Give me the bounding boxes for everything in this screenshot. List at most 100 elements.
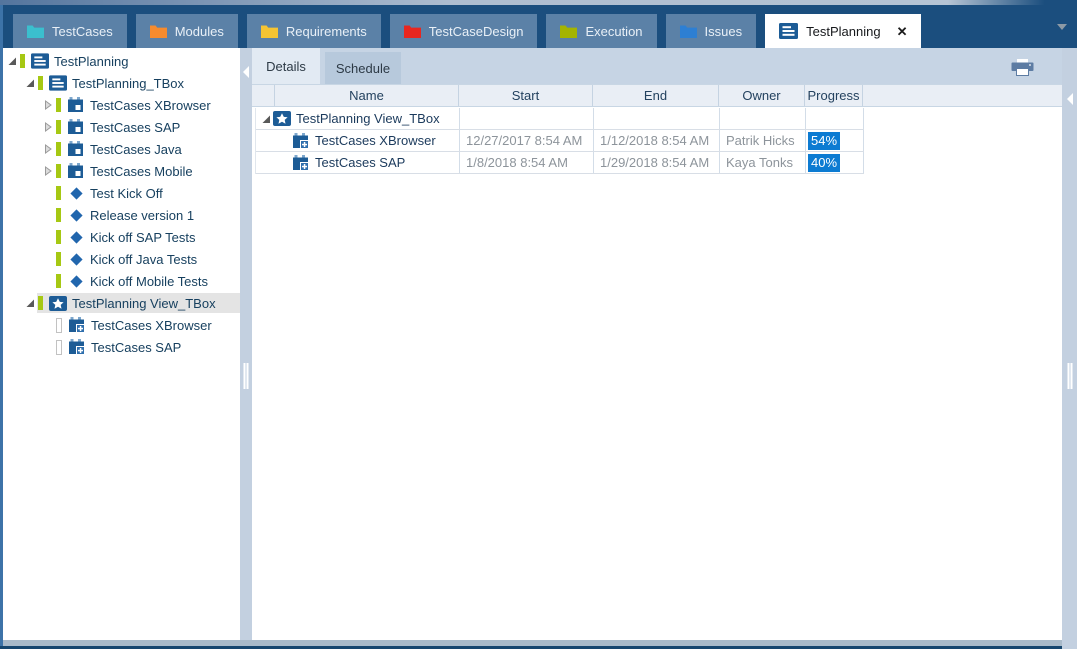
table-header: Name Start End Owner Progress: [252, 84, 1062, 107]
status-bar-green: [20, 54, 25, 68]
tree-item-testcases-mobile[interactable]: TestCases Mobile: [3, 160, 240, 182]
collapse-left-icon[interactable]: [243, 66, 249, 78]
tree-item-content: Kick off SAP Tests: [55, 227, 240, 247]
status-bar-green: [56, 120, 61, 134]
cell-start: [460, 108, 594, 129]
calendar-icon: [67, 97, 85, 113]
tab-testcasedesign[interactable]: TestCaseDesign: [389, 14, 538, 48]
tab-label: Details: [266, 58, 306, 74]
tab-testplanning[interactable]: TestPlanning ✕: [765, 14, 922, 48]
splitter-grip[interactable]: [1067, 363, 1072, 389]
left-panel-splitter[interactable]: [240, 48, 252, 646]
print-button[interactable]: [1010, 58, 1034, 76]
cell-start: 1/8/2018 8:54 AM: [460, 152, 594, 173]
tab-label: Issues: [704, 23, 743, 39]
calendar-plus-icon: [292, 132, 310, 149]
status-bar-green: [56, 274, 61, 288]
star-icon: [49, 295, 67, 311]
calendar-icon: [67, 163, 85, 179]
tab-label: TestCases: [52, 23, 113, 39]
column-header-start[interactable]: Start: [459, 85, 593, 106]
table-row-testcases-sap[interactable]: TestCases SAP 1/8/2018 8:54 AM 1/29/2018 8…: [256, 152, 864, 174]
status-bar-green: [38, 76, 43, 90]
tab-overflow-dropdown[interactable]: [1055, 21, 1069, 33]
tree-item-label: Kick off Mobile Tests: [90, 273, 209, 289]
expander-expanded-icon[interactable]: [5, 56, 19, 66]
expander-collapsed-icon[interactable]: [41, 166, 55, 176]
calendar-plus-icon: [68, 339, 86, 355]
tab-modules[interactable]: Modules: [135, 14, 238, 48]
expander-collapsed-icon[interactable]: [41, 144, 55, 154]
tree-item-testcases-sap[interactable]: TestCases SAP: [3, 116, 240, 138]
tree-item-testplanning-tbox[interactable]: TestPlanning_TBox: [3, 72, 240, 94]
cell-name: TestCases XBrowser: [256, 130, 460, 151]
tab-details[interactable]: Details: [252, 48, 320, 84]
tree-item-kick-off-mobile-tests[interactable]: Kick off Mobile Tests: [3, 270, 240, 292]
tree-item-label: TestCases SAP: [91, 339, 182, 355]
tree-item-testcases-sap[interactable]: TestCases SAP: [3, 336, 240, 358]
tree-item-testcases-java[interactable]: TestCases Java: [3, 138, 240, 160]
tab-testcases[interactable]: TestCases: [13, 14, 127, 48]
tab-label: Execution: [585, 23, 643, 39]
expander-collapsed-icon[interactable]: [41, 100, 55, 110]
right-panel-splitter[interactable]: [1062, 48, 1077, 649]
expander-expanded-icon[interactable]: [259, 114, 273, 124]
diamond-icon: [67, 208, 85, 223]
tab-schedule[interactable]: Schedule: [325, 52, 401, 84]
table-row-testcases-xbrowser[interactable]: TestCases XBrowser 12/27/2017 8:54 AM 1/12…: [256, 130, 864, 152]
tab-execution[interactable]: Execution: [546, 14, 657, 48]
tree-item-label: TestCases Mobile: [90, 163, 193, 179]
tab-requirements[interactable]: Requirements: [246, 14, 381, 48]
tree-item-kick-off-java-tests[interactable]: Kick off Java Tests: [3, 248, 240, 270]
collapse-left-icon[interactable]: [1067, 93, 1073, 105]
cell-owner-value: Kaya Tonks: [726, 155, 793, 170]
diamond-icon: [67, 230, 85, 245]
column-header-label: Name: [349, 88, 384, 103]
column-header-owner[interactable]: Owner: [719, 85, 805, 106]
list-icon: [31, 53, 49, 69]
cell-end-value: 1/12/2018 8:54 AM: [600, 133, 710, 148]
column-expander: [255, 85, 275, 106]
tree-item-label: TestCases SAP: [90, 119, 181, 135]
table-row-testplanning-view-tbox[interactable]: TestPlanning View_TBox: [256, 108, 864, 130]
status-bar-green: [56, 142, 61, 156]
tree-item-testplanning[interactable]: TestPlanning: [3, 50, 240, 72]
progress-badge: 40%: [808, 153, 841, 172]
tree-selection-highlight: TestPlanning View_TBox: [37, 293, 240, 313]
tab-issues[interactable]: Issues: [665, 14, 757, 48]
status-bar-green: [56, 164, 61, 178]
column-header-name[interactable]: Name: [275, 85, 459, 106]
calendar-icon: [67, 119, 85, 135]
splitter-grip[interactable]: [243, 363, 249, 389]
expander-expanded-icon[interactable]: [23, 298, 37, 308]
status-bar-green: [38, 296, 43, 310]
content-panel: Details Schedule Name Start End Owner Progres…: [252, 48, 1062, 640]
status-bar-hollow: [56, 317, 62, 333]
diamond-icon: [67, 186, 85, 201]
tree-item-testcases-xbrowser[interactable]: TestCases XBrowser: [3, 94, 240, 116]
tree-item-release-version-1[interactable]: Release version 1: [3, 204, 240, 226]
cell-progress: [806, 108, 864, 129]
cell-owner: Kaya Tonks: [720, 152, 806, 173]
tree-item-label: TestPlanning View_TBox: [72, 295, 216, 311]
star-icon: [273, 111, 291, 126]
expander-collapsed-icon[interactable]: [41, 122, 55, 132]
tree-item-testplanning-view-tbox[interactable]: TestPlanning View_TBox: [3, 292, 240, 314]
status-bar-green: [56, 98, 61, 112]
row-name-label: TestCases XBrowser: [315, 133, 436, 148]
column-header-progress[interactable]: Progress: [805, 85, 863, 106]
list-icon: [779, 23, 799, 39]
tree-item-testcases-xbrowser[interactable]: TestCases XBrowser: [3, 314, 240, 336]
cell-start: 12/27/2017 8:54 AM: [460, 130, 594, 151]
list-icon: [49, 75, 67, 91]
expander-expanded-icon[interactable]: [23, 78, 37, 88]
tab-label: TestPlanning: [806, 23, 881, 39]
main-tab-bar: TestCases Modules Requirements TestCaseDesi…: [3, 5, 1077, 48]
status-bar-green: [56, 230, 61, 244]
tree-item-content: TestCases XBrowser: [55, 95, 240, 115]
tree-item-test-kick-off[interactable]: Test Kick Off: [3, 182, 240, 204]
tree-item-kick-off-sap-tests[interactable]: Kick off SAP Tests: [3, 226, 240, 248]
row-name-label: TestPlanning View_TBox: [296, 111, 440, 126]
column-header-end[interactable]: End: [593, 85, 719, 106]
close-icon[interactable]: ✕: [897, 25, 908, 38]
